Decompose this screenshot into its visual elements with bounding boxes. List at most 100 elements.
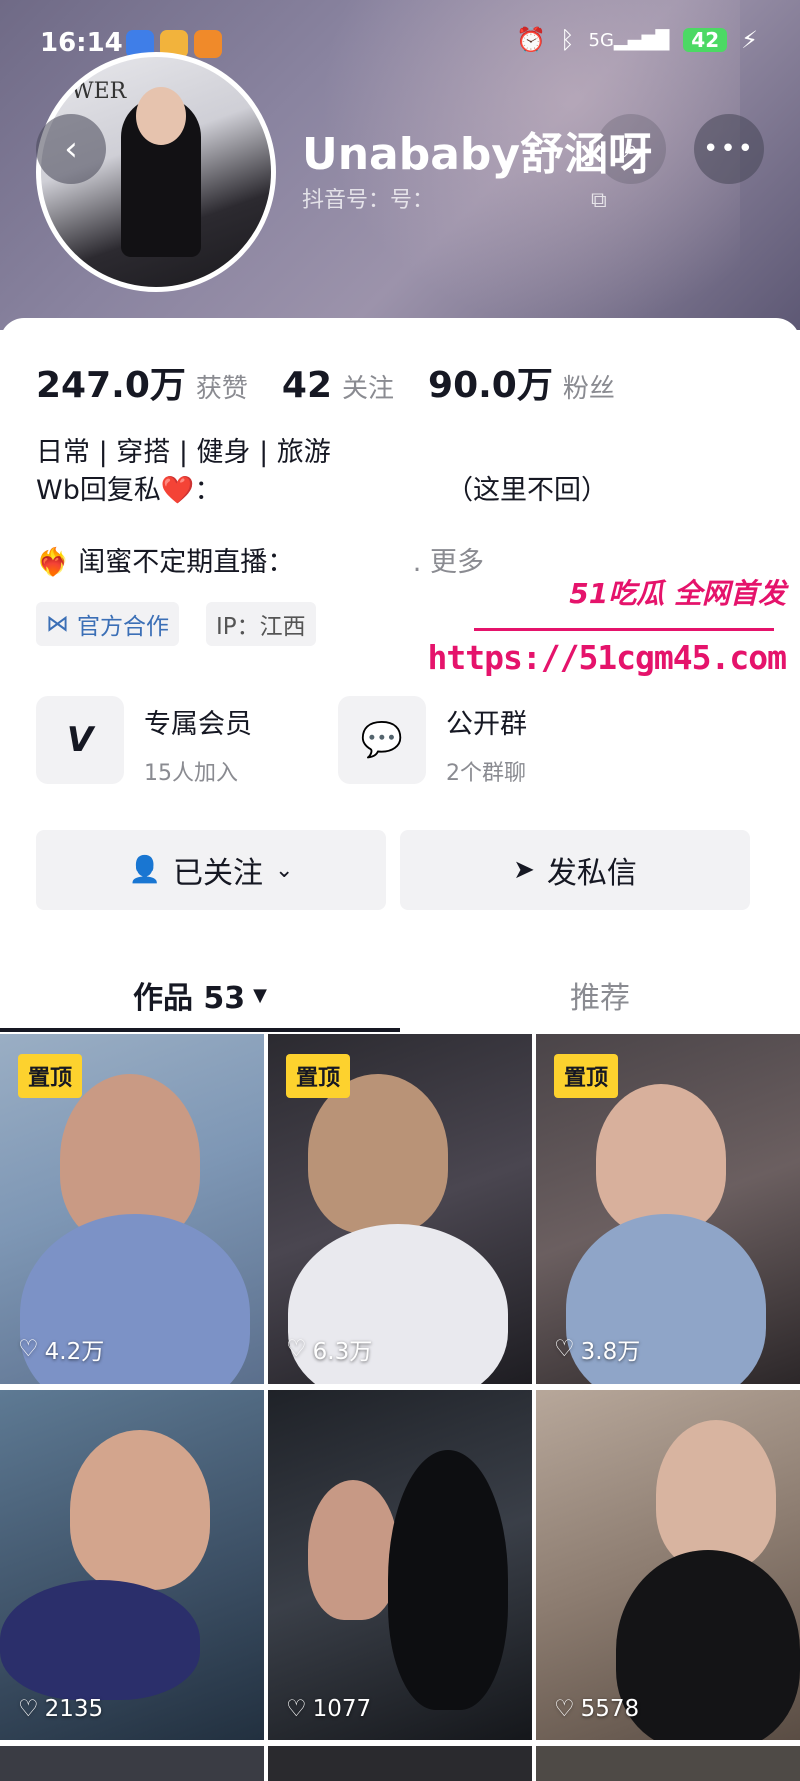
tab-recommend[interactable]: 推荐 [400,960,800,1030]
video-thumbnail[interactable]: ♡ 2135 [0,1390,264,1740]
video-thumbnail[interactable]: ♡ 5578 [536,1390,800,1740]
user-check-icon: 👤 [128,855,161,885]
bio-line-3-prefix: ❤️‍🔥 闺蜜不定期直播： [36,547,295,578]
stats-row: 247.0万 获赞 42 关注 90.0万 粉丝 [36,356,615,408]
like-count: ♡ 4.2万 [18,1332,104,1366]
watermark: 51吃瓜 全网首发 https://51cgm45.com [428,572,800,692]
signal-icon: 5G▂▄▆█ [588,29,670,51]
stat-following[interactable]: 42 关注 [282,365,394,406]
thumbnail-figure [656,1420,776,1570]
video-thumbnail[interactable]: ♡ 1077 [268,1390,532,1740]
stat-following-label: 关注 [342,374,395,404]
thumbnail-figure [308,1074,448,1234]
ip-location-label: IP：江西 [216,614,306,640]
video-grid: 置顶 ♡ 4.2万 置顶 ♡ 6.3万 置顶 ♡ 3.8万 ♡ 2135 ♡ 1077 ♡… [0,1034,800,1781]
heart-icon: ♡ [18,1336,39,1362]
followed-label: 已关注 [172,856,263,891]
official-cooperation-tag[interactable]: ⋈ 官方合作 [36,602,179,646]
more-dots-icon: ••• [702,134,755,164]
pinned-badge: 置顶 [554,1054,619,1098]
handshake-icon: ⋈ [46,611,69,637]
stat-following-value: 42 [281,365,332,406]
public-group-title: 公开群 [446,709,527,740]
bio-line-1: 日常 | 穿搭 | 健身 | 旅游 [36,437,331,468]
watermark-url: https://51cgm45.com [427,638,787,677]
book-notification-icon [194,30,222,58]
caret-down-icon: ▼ [253,984,268,1006]
send-message-button[interactable]: ➤ 发私信 [400,830,750,910]
chevron-down-icon: ⌄ [274,857,294,883]
thumbnail-figure [596,1084,726,1234]
watermark-brand: 51吃瓜 全网首发 [569,577,786,610]
like-count: ♡ 6.3万 [286,1332,372,1366]
like-count: ♡ 3.8万 [554,1332,640,1366]
alarm-icon: ⏰ [516,26,547,54]
like-count: ♡ 5578 [554,1696,639,1722]
followed-button[interactable]: 👤 已关注 ⌄ [36,830,386,910]
heart-icon: ♡ [554,1336,575,1362]
thumbnail-figure [70,1430,210,1590]
avatar-logo-text: WER [71,79,127,104]
bio-line-2: Wb回复私❤️： （这里不回） [36,468,608,507]
thumbnail-body [0,1580,200,1700]
like-count-value: 3.8万 [580,1339,641,1365]
douyin-id[interactable]: 抖音号：号： ⧉ [302,182,607,214]
send-message-label: 发私信 [546,856,637,891]
ip-location-tag: IP：江西 [206,602,316,646]
stat-followers-label: 粉丝 [562,374,615,404]
like-count-value: 6.3万 [312,1339,373,1365]
bio-line-2-suffix: （这里不回） [446,475,609,506]
video-thumbnail[interactable]: 置顶 ♡ 4.2万 [0,1034,264,1384]
heart-icon: ♡ [554,1696,575,1722]
heart-icon: ♡ [286,1336,307,1362]
copy-icon[interactable]: ⧉ [591,188,607,213]
tab-indicator [0,1028,400,1032]
like-count: ♡ 1077 [286,1696,371,1722]
public-group-entry[interactable]: 💬 公开群 2个群聊 [338,696,527,787]
thumbnail-figure [308,1480,398,1620]
thumbnail-body [388,1450,508,1710]
send-icon: ➤ [513,855,535,885]
exclusive-member-subtitle: 15人加入 [144,761,238,786]
video-thumbnail[interactable]: 置顶 ♡ 3.8万 [536,1034,800,1384]
bio-line-3[interactable]: ❤️‍🔥 闺蜜不定期直播： . 更多 [36,540,484,579]
chevron-left-icon: ‹ [64,129,78,169]
douyin-id-text: 抖音号：号： [302,188,435,213]
content-tabs: 作品 53 ▼ 推荐 [0,960,800,1034]
heart-icon: ♡ [18,1696,39,1722]
exclusive-member-entry[interactable]: V 专属会员 15人加入 [36,696,252,787]
system-icons: ⏰ ᛒ 5G▂▄▆█ 42 ⚡ [516,26,758,54]
like-count-value: 4.2万 [44,1339,105,1365]
like-count-value: 2135 [44,1696,104,1722]
heart-icon: ♡ [286,1696,307,1722]
pinned-badge: 置顶 [286,1054,351,1098]
video-thumbnail[interactable]: 置顶 ♡ 6.3万 [268,1034,532,1384]
battery-icon: 42 [683,28,728,52]
like-count: ♡ 2135 [18,1696,103,1722]
bluetooth-icon: ᛒ [560,26,575,54]
more-button[interactable]: ••• [694,114,764,184]
avatar-face [136,87,186,145]
like-count-value: 1077 [312,1696,372,1722]
exclusive-member-title: 专属会员 [144,709,252,740]
watermark-line [474,628,774,631]
back-button[interactable]: ‹ [36,114,106,184]
stat-likes-label: 获赞 [195,374,248,404]
public-group-subtitle: 2个群聊 [446,761,526,786]
bio-line-2-prefix: Wb回复私❤️： [36,475,222,506]
video-thumbnail[interactable] [268,1746,532,1781]
stat-followers-value: 90.0万 [428,365,553,406]
stat-likes-value: 247.0万 [36,365,186,406]
charging-icon: ⚡ [741,26,758,54]
video-thumbnail[interactable] [536,1746,800,1781]
video-thumbnail[interactable] [0,1746,264,1781]
stat-followers[interactable]: 90.0万 粉丝 [428,356,615,408]
v-icon: V [36,696,124,784]
status-time: 16:14 [40,28,123,58]
nickname: Unababy舒涵呀 [302,129,653,180]
like-count-value: 5578 [580,1696,640,1722]
official-cooperation-label: 官方合作 [77,614,169,640]
tab-works[interactable]: 作品 53 ▼ [0,960,400,1030]
stat-likes[interactable]: 247.0万 获赞 [36,356,248,408]
profile-header: 16:14 ⏰ ᛒ 5G▂▄▆█ 42 ⚡ WER ‹ ⌕ ••• Unabab… [0,0,800,330]
